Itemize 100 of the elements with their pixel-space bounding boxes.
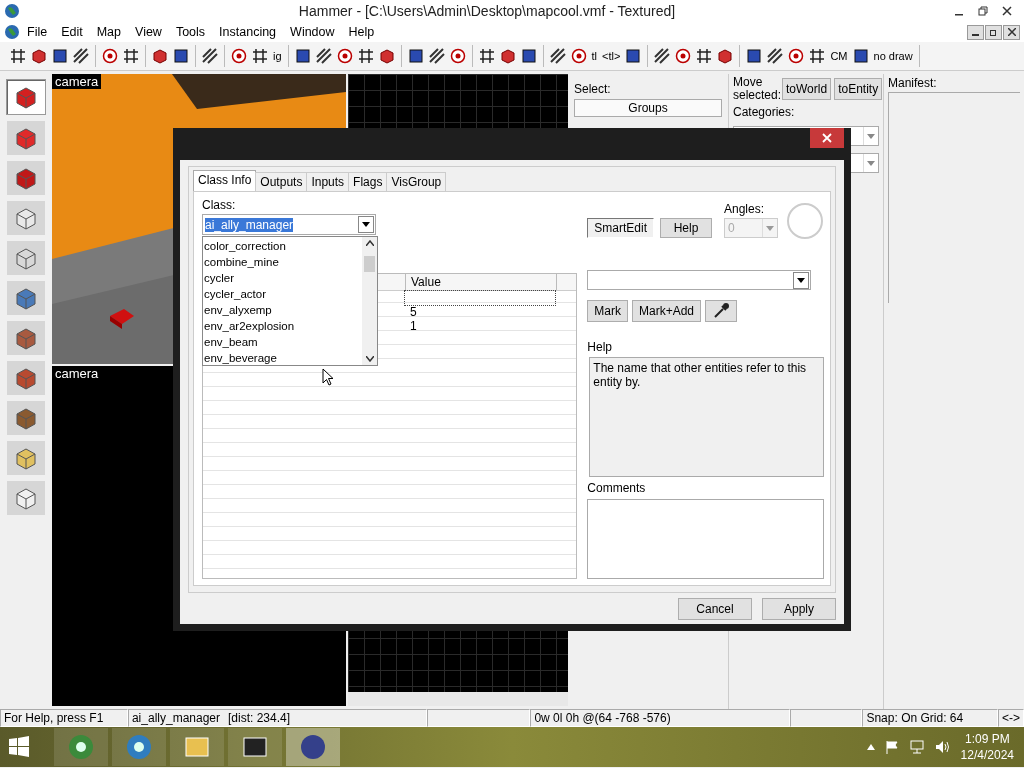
globe-icon[interactable] (4, 24, 20, 40)
comments-field[interactable] (587, 499, 824, 579)
grid-icon[interactable] (695, 47, 714, 65)
cube-icon[interactable] (151, 47, 169, 65)
dialog-button[interactable]: Apply (762, 598, 836, 620)
tool-button[interactable] (7, 241, 45, 275)
tab[interactable]: Inputs (306, 172, 350, 191)
move-button[interactable]: toWorld (782, 78, 832, 100)
scrollbar-thumb[interactable] (364, 256, 375, 272)
grid-icon[interactable] (356, 47, 375, 65)
column-header[interactable]: Value (406, 274, 557, 290)
mark-button[interactable]: Mark (587, 300, 628, 322)
square-icon[interactable] (172, 47, 190, 65)
toolbar-button[interactable]: ig (272, 50, 283, 62)
square-icon[interactable] (519, 47, 538, 65)
taskbar-app[interactable] (54, 728, 108, 766)
tool-button[interactable] (7, 361, 45, 395)
tool-button[interactable] (7, 161, 45, 195)
caret-icon[interactable] (866, 744, 875, 750)
list-item[interactable]: env_ar2explosion (203, 318, 362, 334)
move-button[interactable]: toEntity (834, 78, 883, 100)
cube-icon[interactable] (498, 47, 517, 65)
eyedropper-button[interactable] (705, 300, 737, 322)
speaker-icon[interactable] (934, 740, 951, 754)
toolbar-button[interactable]: no draw (872, 50, 914, 62)
tool-button[interactable] (6, 79, 46, 115)
class-dropdown[interactable]: ai_ally_manager (202, 214, 376, 235)
tool-button[interactable] (7, 321, 45, 355)
scrollbar[interactable] (348, 692, 568, 706)
start-icon[interactable] (8, 736, 30, 758)
tab[interactable]: Flags (348, 172, 388, 191)
menu-item[interactable]: File (20, 25, 55, 39)
square-icon[interactable] (406, 47, 425, 65)
menu-item[interactable]: Map (89, 25, 129, 39)
restore-button[interactable] (985, 24, 1002, 40)
square-icon[interactable] (293, 47, 312, 65)
tool-button[interactable] (7, 441, 45, 475)
circle-icon[interactable] (335, 47, 354, 65)
grid-icon[interactable] (808, 47, 827, 65)
toolbar-button[interactable]: <tl> (601, 50, 622, 62)
square-icon[interactable] (851, 47, 870, 65)
tab[interactable]: Outputs (255, 172, 308, 191)
lines-icon[interactable] (653, 47, 672, 65)
list-item[interactable]: env_beam (203, 334, 362, 350)
tool-button[interactable] (7, 201, 45, 235)
restore-icon[interactable] (978, 6, 988, 16)
clock[interactable]: 1:09 PM 12/4/2024 (960, 731, 1014, 763)
list-item[interactable]: cycler_actor (203, 286, 362, 302)
tool-button[interactable] (7, 481, 45, 515)
tab[interactable]: Class Info (193, 170, 257, 191)
cube-icon[interactable] (716, 47, 735, 65)
menu-item[interactable]: Edit (54, 25, 90, 39)
taskbar-app[interactable] (228, 728, 282, 766)
lines-icon[interactable] (427, 47, 446, 65)
circle-icon[interactable] (230, 47, 248, 65)
grid-icon[interactable] (9, 47, 27, 65)
close-icon[interactable] (1002, 6, 1012, 16)
dialog-button[interactable]: Cancel (678, 598, 752, 620)
toolbar-button[interactable]: CM (829, 50, 849, 62)
list-item[interactable]: color_correction (203, 238, 362, 254)
close-button[interactable] (1003, 24, 1020, 40)
taskbar-app[interactable] (286, 728, 340, 766)
class-dropdown-menu[interactable]: color_correction combine_mine cycler cycler_actor env_alyxemp env_ar2explosion env_beam env_beverage (202, 236, 378, 366)
grid-icon[interactable] (251, 47, 269, 65)
circle-icon[interactable] (569, 47, 588, 65)
list-item[interactable]: env_beverage (203, 350, 362, 366)
lines-icon[interactable] (201, 47, 219, 65)
lines-icon[interactable] (314, 47, 333, 65)
help-button[interactable]: Help (660, 218, 712, 238)
menu-item[interactable]: Tools (168, 25, 213, 39)
square-icon[interactable] (745, 47, 764, 65)
grid-icon[interactable] (477, 47, 496, 65)
menu-item[interactable]: Window (283, 25, 342, 39)
grid-icon[interactable] (122, 47, 140, 65)
list-item[interactable]: combine_mine (203, 254, 362, 270)
cube-icon[interactable] (377, 47, 396, 65)
menu-item[interactable]: Help (341, 25, 382, 39)
lines-icon[interactable] (766, 47, 785, 65)
tool-button[interactable] (7, 281, 45, 315)
taskbar-app[interactable] (112, 728, 166, 766)
groups-button[interactable]: Groups (574, 99, 722, 117)
circle-icon[interactable] (674, 47, 693, 65)
tool-button[interactable] (7, 121, 45, 155)
minimize-button[interactable] (967, 24, 984, 40)
flag-icon[interactable] (884, 740, 899, 754)
lines-icon[interactable] (548, 47, 567, 65)
menu-item[interactable]: Instancing (212, 25, 284, 39)
cube-icon[interactable] (30, 47, 48, 65)
network-icon[interactable] (908, 740, 925, 754)
square-icon[interactable] (624, 47, 643, 65)
scrollbar[interactable] (362, 237, 377, 365)
lines-icon[interactable] (72, 47, 90, 65)
tool-button[interactable] (7, 401, 45, 435)
list-item[interactable]: cycler (203, 270, 362, 286)
circle-icon[interactable] (787, 47, 806, 65)
list-item[interactable]: env_alyxemp (203, 302, 362, 318)
tab[interactable]: VisGroup (386, 172, 447, 191)
circle-icon[interactable] (448, 47, 467, 65)
mark-button[interactable]: Mark+Add (632, 300, 701, 322)
circle-icon[interactable] (101, 47, 119, 65)
